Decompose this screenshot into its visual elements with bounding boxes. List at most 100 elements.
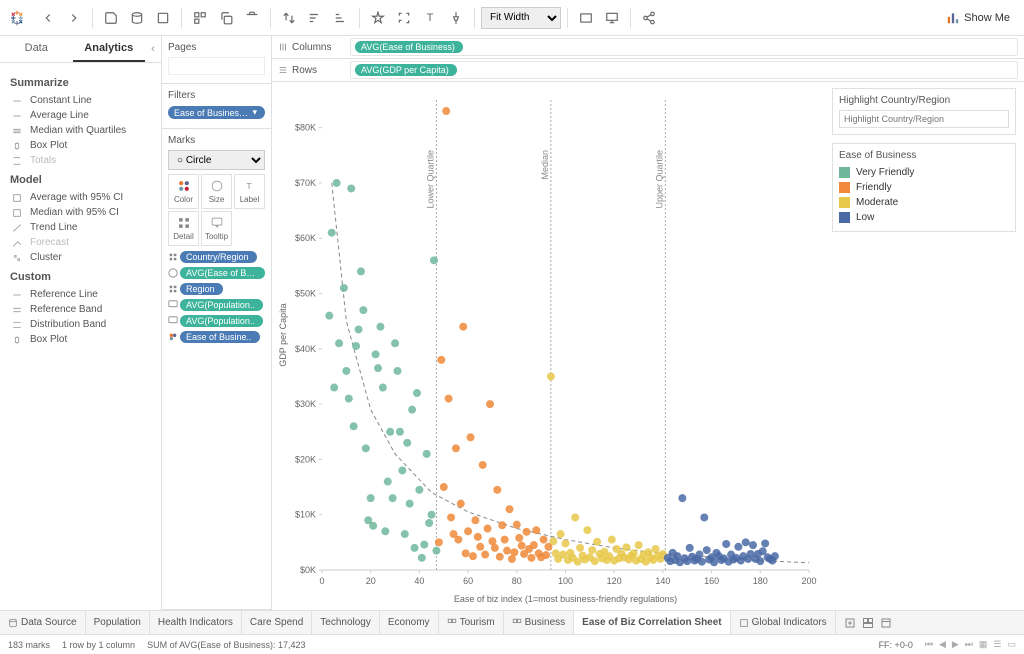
data-source-tab[interactable]: Data Source	[0, 611, 86, 634]
view-sheet-icon[interactable]: ▭	[1007, 639, 1016, 650]
show-cards-button[interactable]	[574, 6, 598, 30]
chart-canvas[interactable]: $0K$10K$20K$30K$40K$50K$60K$70K$80K02040…	[272, 82, 824, 610]
pin-button[interactable]	[444, 6, 468, 30]
columns-pill[interactable]: AVG(Ease of Business)	[355, 41, 463, 53]
mark-pill[interactable]: AVG(Population..	[180, 299, 263, 311]
analytics-item[interactable]: Box Plot	[10, 138, 151, 153]
tab-data[interactable]: Data	[0, 36, 73, 62]
left-sidebar: Data Analytics ‹ SummarizeConstant LineA…	[0, 36, 162, 610]
swap-button[interactable]	[277, 6, 301, 30]
svg-text:Upper Quartile: Upper Quartile	[654, 150, 664, 209]
mark-cell-size[interactable]: Size	[201, 174, 232, 209]
sheet-tab[interactable]: Tourism	[439, 611, 504, 634]
rows-pill[interactable]: AVG(GDP per Capita)	[355, 64, 457, 76]
analytics-item[interactable]: Reference Line	[10, 287, 151, 302]
status-ff: FF: +0-0	[879, 640, 913, 650]
mark-pill[interactable]: AVG(Ease of Busi..	[180, 267, 265, 279]
pages-shelf[interactable]: Pages	[162, 36, 271, 84]
svg-text:200: 200	[801, 576, 816, 586]
mark-cell-color[interactable]: Color	[168, 174, 199, 209]
new-sheet-button[interactable]	[151, 6, 175, 30]
svg-text:Lower Quartile: Lower Quartile	[425, 150, 435, 209]
legend-item[interactable]: Friendly	[839, 180, 1009, 195]
analytics-item[interactable]: Average Line	[10, 108, 151, 123]
back-button[interactable]	[36, 6, 60, 30]
sheet-tab[interactable]: Ease of Biz Correlation Sheet	[574, 611, 730, 634]
sheet-tab[interactable]: Economy	[380, 611, 439, 634]
status-bar: 183 marks 1 row by 1 column SUM of AVG(E…	[0, 634, 1024, 654]
highlight-input[interactable]	[839, 110, 1009, 128]
svg-text:$50K: $50K	[295, 289, 316, 299]
group-button[interactable]	[392, 6, 416, 30]
tab-analytics[interactable]: Analytics	[73, 36, 146, 62]
sheet-tab[interactable]: Global Indicators	[731, 611, 836, 634]
nav-prev-icon[interactable]: ◀	[939, 639, 946, 650]
sheet-tab[interactable]: Health Indicators	[150, 611, 242, 634]
analytics-item[interactable]: Reference Band	[10, 302, 151, 317]
svg-text:Median: Median	[540, 150, 550, 180]
sheet-tab[interactable]: Care Spend	[242, 611, 312, 634]
share-button[interactable]	[637, 6, 661, 30]
collapse-sidebar-button[interactable]: ‹	[145, 36, 161, 62]
analytics-item[interactable]: Trend Line	[10, 220, 151, 235]
analytics-item[interactable]: Cluster	[10, 250, 151, 265]
show-me-label: Show Me	[964, 12, 1010, 24]
analytics-item[interactable]: Constant Line	[10, 93, 151, 108]
analytics-item[interactable]: Median with 95% CI	[10, 205, 151, 220]
new-worksheet-button[interactable]	[188, 6, 212, 30]
duplicate-button[interactable]	[214, 6, 238, 30]
sheet-tab[interactable]: Business	[504, 611, 575, 634]
analytics-section-summarize: Summarize	[10, 77, 151, 89]
mark-cell-label[interactable]: TLabel	[234, 174, 265, 209]
nav-first-icon[interactable]: ⏮	[925, 639, 933, 650]
status-sum: SUM of AVG(Ease of Business): 17,423	[147, 640, 305, 650]
nav-last-icon[interactable]: ⏭	[965, 639, 973, 650]
view-tabs-icon[interactable]: ▦	[979, 639, 988, 650]
svg-text:Ease of biz index (1=most busi: Ease of biz index (1=most business-frien…	[454, 594, 677, 604]
analytics-item: Totals	[10, 153, 151, 168]
filters-shelf[interactable]: Filters Ease of Business (cl..▾	[162, 84, 271, 129]
mark-pill[interactable]: AVG(Population..	[180, 315, 263, 327]
fit-select[interactable]: Fit Width	[481, 7, 561, 29]
text-button[interactable]: T	[418, 6, 442, 30]
show-me-button[interactable]: Show Me	[940, 9, 1016, 27]
legend-title: Ease of Business	[839, 150, 1009, 161]
new-worksheet-icon[interactable]	[844, 617, 856, 629]
rows-label: Rows	[292, 65, 317, 76]
save-button[interactable]	[99, 6, 123, 30]
nav-next-icon[interactable]: ▶	[952, 639, 959, 650]
filter-pill[interactable]: Ease of Business (cl..▾	[168, 106, 265, 119]
svg-text:$30K: $30K	[295, 399, 316, 409]
new-story-icon[interactable]	[880, 617, 892, 629]
view-filmstrip-icon[interactable]: ☰	[993, 639, 1001, 650]
forward-button[interactable]	[62, 6, 86, 30]
new-data-button[interactable]	[125, 6, 149, 30]
highlight-button[interactable]	[366, 6, 390, 30]
mark-pill[interactable]: Region	[180, 283, 223, 295]
analytics-item[interactable]: Average with 95% CI	[10, 190, 151, 205]
svg-text:$80K: $80K	[295, 123, 316, 133]
presentation-button[interactable]	[600, 6, 624, 30]
analytics-item[interactable]: Distribution Band	[10, 317, 151, 332]
mark-type-select[interactable]: ○ Circle	[168, 150, 265, 170]
sort-desc-button[interactable]	[329, 6, 353, 30]
columns-label: Columns	[292, 42, 331, 53]
mark-pill[interactable]: Country/Region	[180, 251, 257, 263]
clear-button[interactable]	[240, 6, 264, 30]
sheet-tab[interactable]: Population	[86, 611, 150, 634]
mark-cell-tooltip[interactable]: Tooltip	[201, 211, 232, 246]
analytics-item[interactable]: Median with Quartiles	[10, 123, 151, 138]
legend-item[interactable]: Moderate	[839, 195, 1009, 210]
legend-item[interactable]: Very Friendly	[839, 165, 1009, 180]
rows-shelf[interactable]: Rows AVG(GDP per Capita)	[272, 59, 1024, 82]
sheet-tab[interactable]: Technology	[312, 611, 380, 634]
analytics-section-model: Model	[10, 174, 151, 186]
mark-pill[interactable]: Ease of Busine..	[180, 331, 260, 343]
analytics-item[interactable]: Box Plot	[10, 332, 151, 347]
svg-text:$70K: $70K	[295, 178, 316, 188]
sort-asc-button[interactable]	[303, 6, 327, 30]
new-dashboard-icon[interactable]	[862, 617, 874, 629]
legend-item[interactable]: Low	[839, 210, 1009, 225]
mark-cell-detail[interactable]: Detail	[168, 211, 199, 246]
columns-shelf[interactable]: Columns AVG(Ease of Business)	[272, 36, 1024, 59]
